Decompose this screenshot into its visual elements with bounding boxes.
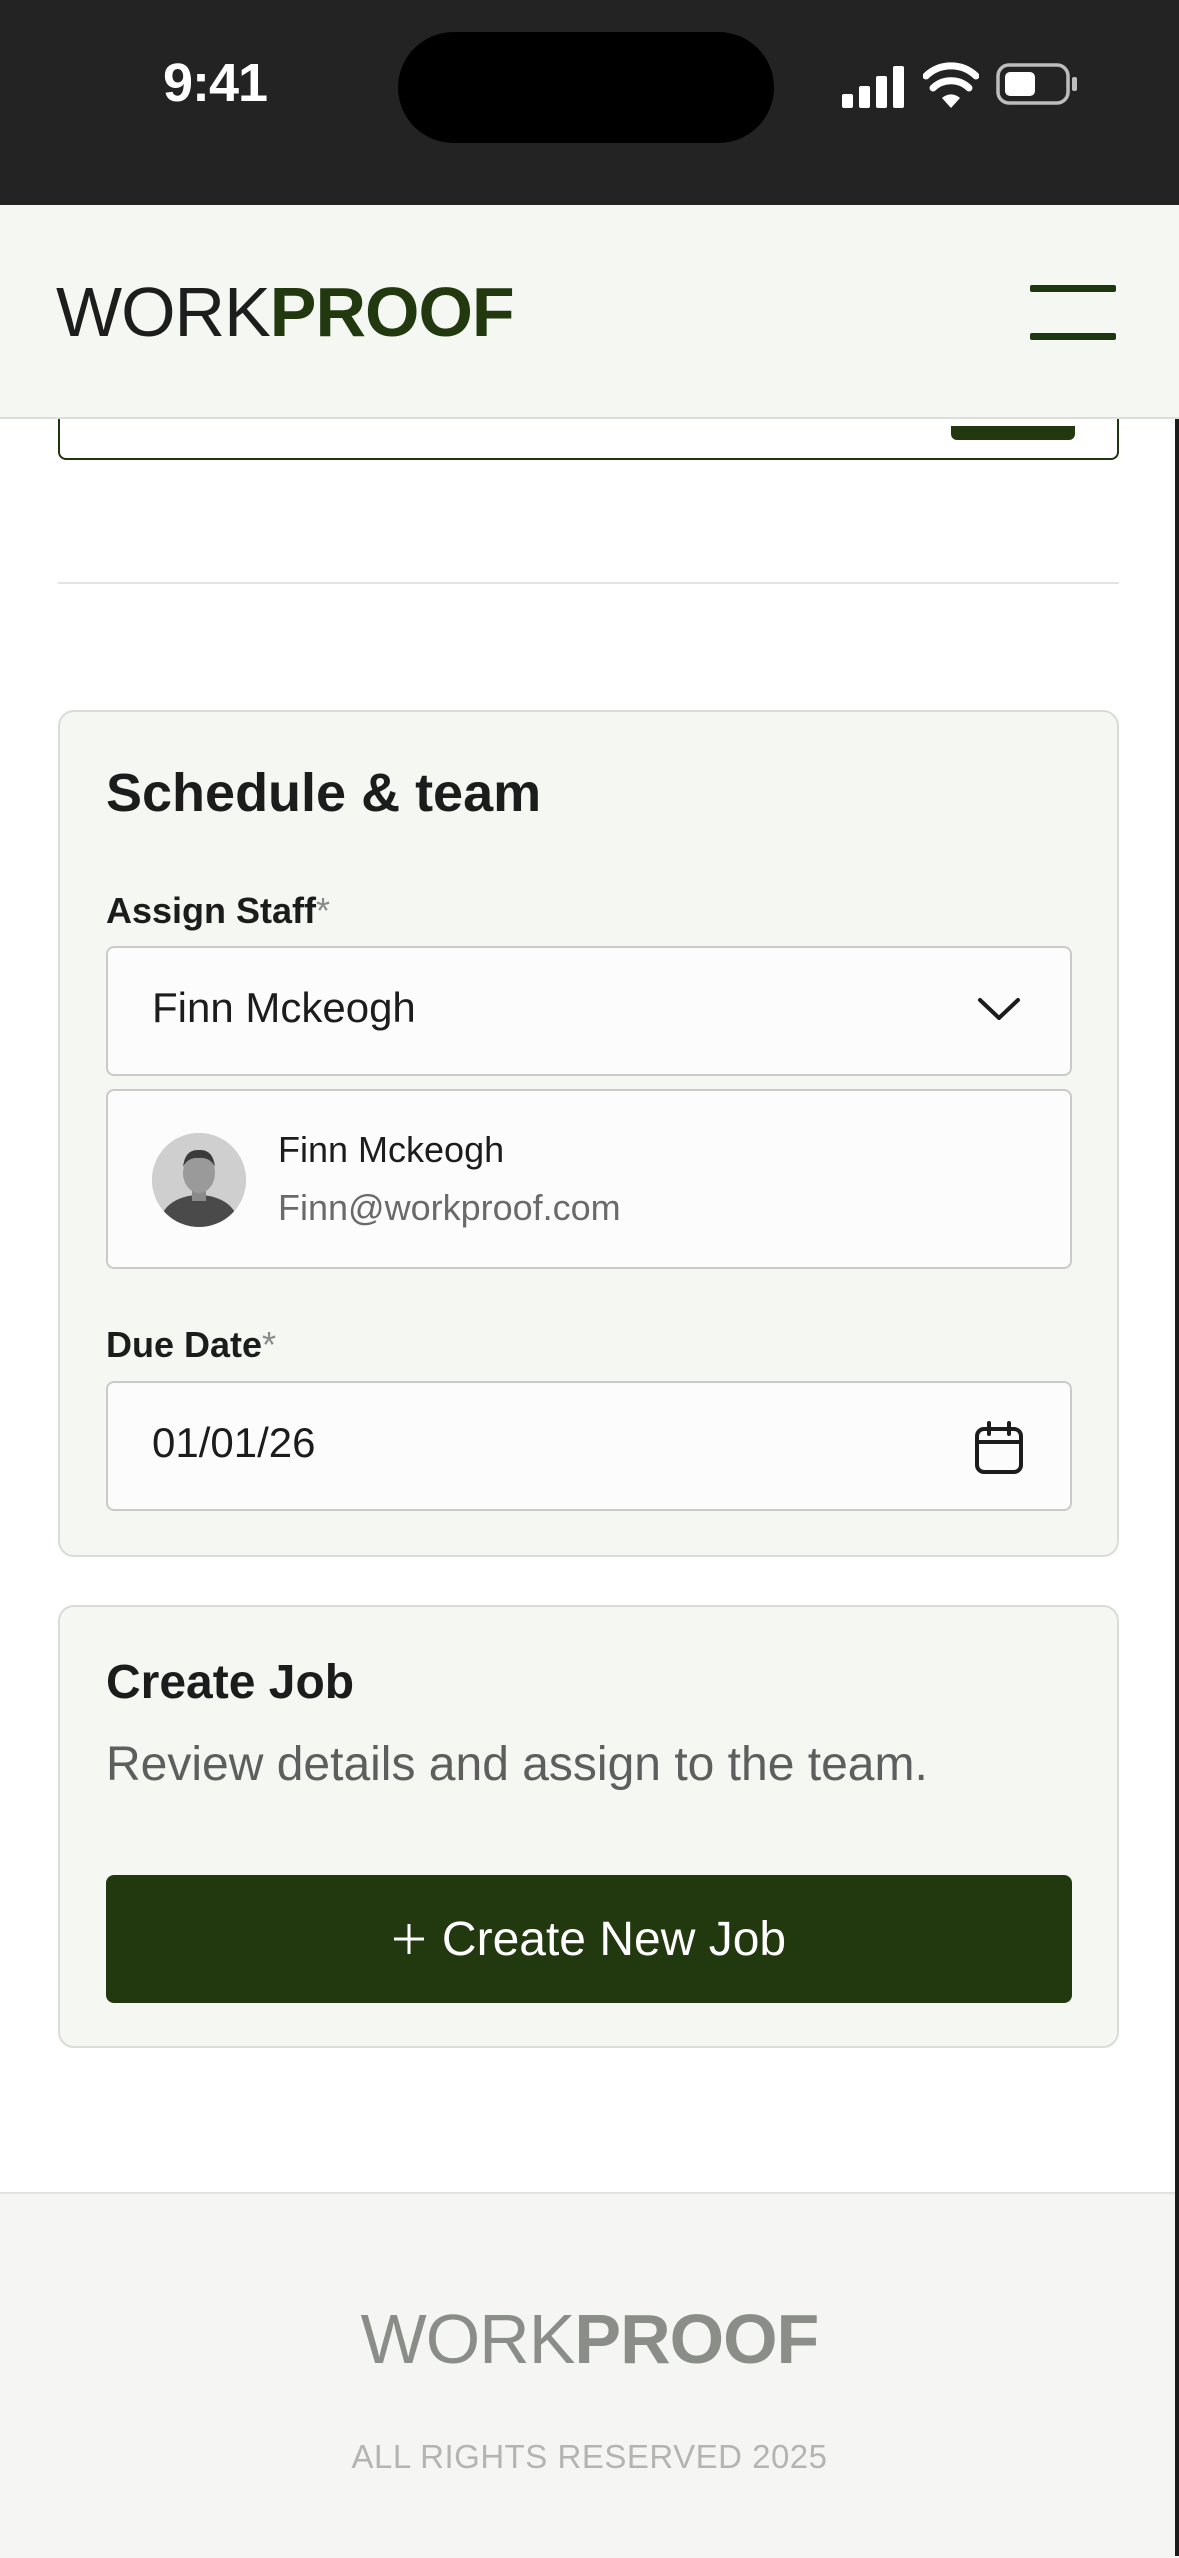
due-date-input[interactable]: 01/01/26 — [106, 1381, 1072, 1511]
scrollbar-edge — [1175, 417, 1179, 2556]
logo-work: WORK — [56, 273, 271, 351]
signal-icon — [842, 66, 904, 108]
avatar — [152, 1133, 246, 1227]
header-logo[interactable]: WORKPROOF — [56, 277, 515, 347]
schedule-team-card: Schedule & team Assign Staff* Finn Mckeo… — [58, 710, 1119, 1557]
previous-section-button[interactable] — [951, 426, 1075, 440]
battery-icon — [996, 63, 1077, 105]
wifi-icon — [923, 62, 979, 108]
create-new-job-label: Create New Job — [441, 1912, 787, 1966]
footer: WORKPROOF ALL RIGHTS RESERVED 2025 — [0, 2192, 1179, 2558]
create-job-card: Create Job Review details and assign to … — [58, 1605, 1119, 2048]
staff-name: Finn Mckeogh — [278, 1129, 505, 1170]
app-header: WORKPROOF — [0, 205, 1179, 419]
due-date-value: 01/01/26 — [152, 1419, 316, 1466]
schedule-title: Schedule & team — [106, 763, 542, 823]
staff-email: Finn@workproof.com — [278, 1187, 621, 1228]
calendar-icon[interactable] — [974, 1421, 1024, 1475]
chevron-down-icon — [978, 998, 1020, 1020]
assign-staff-select[interactable]: Finn Mckeogh — [106, 946, 1072, 1076]
plus-icon — [393, 1924, 424, 1954]
footer-copyright: ALL RIGHTS RESERVED 2025 — [351, 2438, 828, 2475]
assign-staff-value: Finn Mckeogh — [152, 984, 416, 1031]
create-job-subtitle: Review details and assign to the team. — [106, 1738, 928, 1791]
logo-proof: PROOF — [269, 273, 515, 351]
footer-logo-proof: PROOF — [574, 2300, 819, 2378]
selected-staff-card: Finn Mckeogh Finn@workproof.com — [106, 1089, 1072, 1269]
create-job-title: Create Job — [106, 1656, 355, 1709]
create-new-job-button[interactable]: Create New Job — [106, 1875, 1072, 2003]
due-date-label: Due Date* — [106, 1324, 277, 1365]
hamburger-menu-icon[interactable] — [1030, 285, 1116, 345]
assign-staff-label: Assign Staff* — [106, 890, 331, 931]
dynamic-island — [398, 32, 774, 143]
status-time: 9:41 — [163, 53, 268, 113]
footer-logo-work: WORK — [360, 2300, 576, 2378]
footer-logo[interactable]: WORKPROOF — [0, 2304, 1179, 2374]
status-bar: 9:41 — [0, 0, 1179, 205]
section-divider — [58, 582, 1119, 584]
